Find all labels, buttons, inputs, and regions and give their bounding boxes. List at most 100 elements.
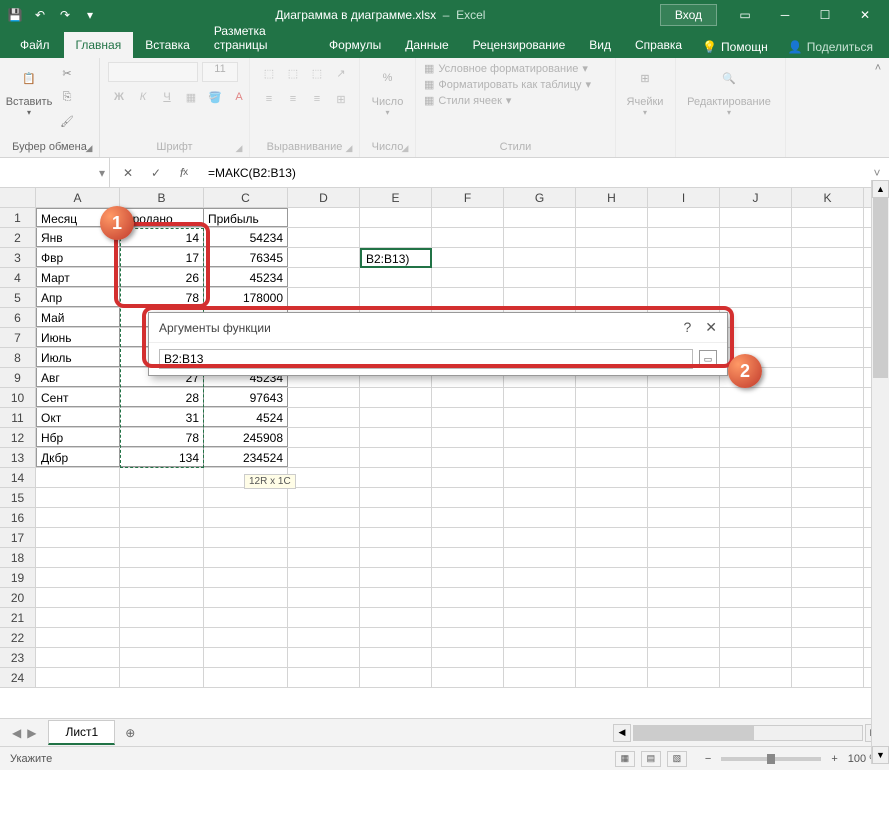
view-page-layout-icon[interactable]: ▤: [641, 751, 661, 767]
undo-icon[interactable]: ↶: [29, 4, 51, 26]
cell[interactable]: [720, 328, 792, 347]
align-center-icon[interactable]: ≡: [282, 88, 304, 110]
formula-input[interactable]: [202, 166, 865, 180]
row-header[interactable]: 21: [0, 608, 36, 627]
cell[interactable]: [288, 648, 360, 667]
cell[interactable]: [288, 568, 360, 587]
cell[interactable]: [204, 528, 288, 547]
font-size-box[interactable]: 11: [202, 62, 238, 82]
cell[interactable]: [720, 288, 792, 307]
cut-icon[interactable]: ✂: [56, 62, 78, 84]
tab-help[interactable]: Справка: [623, 32, 694, 58]
cell[interactable]: [792, 288, 864, 307]
cell[interactable]: [792, 228, 864, 247]
italic-icon[interactable]: К: [132, 86, 154, 108]
cell[interactable]: [204, 628, 288, 647]
cell[interactable]: [204, 508, 288, 527]
cell[interactable]: [432, 248, 504, 267]
cell[interactable]: [648, 288, 720, 307]
row-header[interactable]: 22: [0, 628, 36, 647]
cell[interactable]: [36, 628, 120, 647]
copy-icon[interactable]: ⎘: [56, 86, 78, 108]
align-bottom-icon[interactable]: ⬚: [306, 62, 328, 84]
cell[interactable]: [432, 408, 504, 427]
cell[interactable]: [720, 568, 792, 587]
cell[interactable]: [792, 628, 864, 647]
cell[interactable]: Фвр: [36, 248, 120, 267]
cell[interactable]: [720, 308, 792, 327]
cell[interactable]: [204, 488, 288, 507]
cell[interactable]: [36, 568, 120, 587]
tab-view[interactable]: Вид: [577, 32, 623, 58]
cell[interactable]: [576, 508, 648, 527]
row-header[interactable]: 5: [0, 288, 36, 307]
tab-home[interactable]: Главная: [64, 32, 134, 58]
cell[interactable]: [120, 508, 204, 527]
cell[interactable]: Авг: [36, 368, 120, 387]
cell[interactable]: [576, 408, 648, 427]
cell[interactable]: [648, 548, 720, 567]
cell[interactable]: Дкбр: [36, 448, 120, 467]
row-header[interactable]: 4: [0, 268, 36, 287]
cell[interactable]: [204, 568, 288, 587]
cell[interactable]: 54234: [204, 228, 288, 247]
cell[interactable]: Месяц: [36, 208, 120, 227]
cell[interactable]: [432, 268, 504, 287]
cell[interactable]: [432, 548, 504, 567]
cell[interactable]: [720, 448, 792, 467]
cell[interactable]: [720, 608, 792, 627]
cell[interactable]: [288, 448, 360, 467]
col-header-C[interactable]: C: [204, 188, 288, 207]
hscroll-track[interactable]: [633, 725, 863, 741]
cell[interactable]: [288, 588, 360, 607]
cell[interactable]: [648, 208, 720, 227]
cell[interactable]: [720, 468, 792, 487]
cell[interactable]: [288, 288, 360, 307]
confirm-formula-icon[interactable]: ✓: [144, 161, 168, 185]
cell[interactable]: [576, 428, 648, 447]
cell[interactable]: 78: [120, 428, 204, 447]
cancel-formula-icon[interactable]: ✕: [116, 161, 140, 185]
dialog-help-icon[interactable]: ?: [683, 319, 691, 336]
cell[interactable]: [360, 528, 432, 547]
cell[interactable]: [120, 488, 204, 507]
cell-styles-button[interactable]: ▦ Стили ячеек ▾: [424, 94, 511, 107]
cell[interactable]: [120, 668, 204, 687]
cell[interactable]: [720, 548, 792, 567]
cell[interactable]: [288, 628, 360, 647]
save-icon[interactable]: 💾: [4, 4, 26, 26]
cell[interactable]: [120, 588, 204, 607]
zoom-in-icon[interactable]: +: [827, 753, 841, 765]
cell[interactable]: [360, 208, 432, 227]
cell[interactable]: [360, 588, 432, 607]
cell[interactable]: [360, 648, 432, 667]
cell[interactable]: [288, 668, 360, 687]
row-header[interactable]: 24: [0, 668, 36, 687]
col-header-K[interactable]: K: [792, 188, 864, 207]
cell[interactable]: 234524: [204, 448, 288, 467]
cell[interactable]: [504, 508, 576, 527]
cell[interactable]: [504, 448, 576, 467]
cell[interactable]: [36, 488, 120, 507]
align-right-icon[interactable]: ≡: [306, 88, 328, 110]
row-header[interactable]: 11: [0, 408, 36, 427]
cell[interactable]: 78: [120, 288, 204, 307]
row-header[interactable]: 13: [0, 448, 36, 467]
row-header[interactable]: 20: [0, 588, 36, 607]
cell[interactable]: 245908: [204, 428, 288, 447]
cell[interactable]: Июль: [36, 348, 120, 367]
cell[interactable]: [792, 528, 864, 547]
cell[interactable]: [504, 228, 576, 247]
cell[interactable]: [36, 648, 120, 667]
cell[interactable]: [648, 268, 720, 287]
cell[interactable]: [204, 668, 288, 687]
merge-icon[interactable]: ⊞: [330, 88, 352, 110]
cell[interactable]: [792, 488, 864, 507]
col-header-B[interactable]: B: [120, 188, 204, 207]
cell[interactable]: [504, 388, 576, 407]
maximize-icon[interactable]: ☐: [805, 0, 845, 30]
cell[interactable]: [792, 268, 864, 287]
cell[interactable]: [648, 588, 720, 607]
select-all-corner[interactable]: [0, 188, 36, 207]
bold-icon[interactable]: Ж: [108, 86, 130, 108]
